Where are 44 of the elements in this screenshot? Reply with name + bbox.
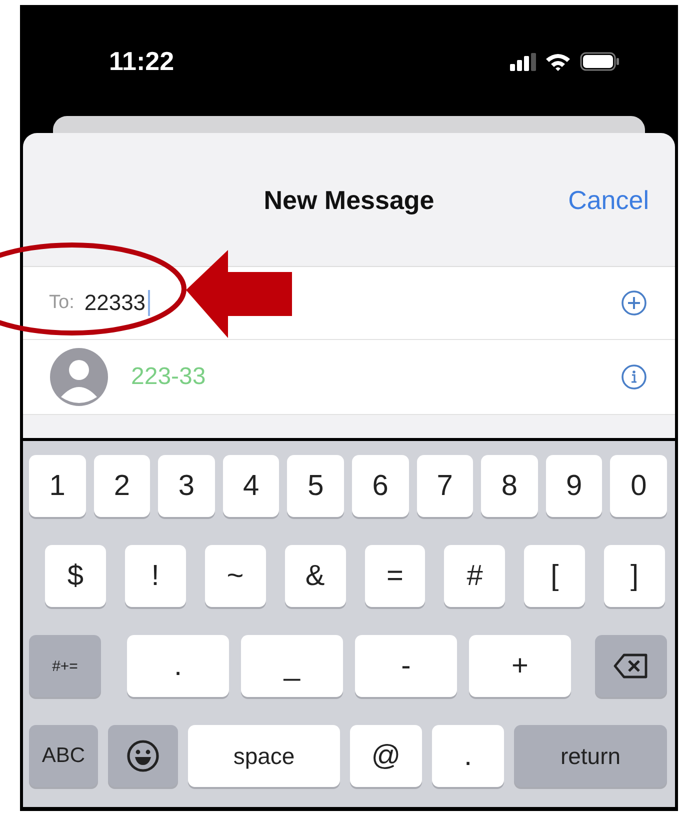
time-text: 11:22: [109, 46, 174, 77]
key[interactable]: _: [241, 635, 343, 697]
battery-icon: [580, 52, 620, 71]
emoji-key[interactable]: [108, 725, 178, 787]
wifi-icon: [545, 52, 571, 71]
key[interactable]: -: [355, 635, 457, 697]
key[interactable]: 4: [222, 455, 280, 517]
signal-icon: [510, 52, 536, 70]
key[interactable]: ~: [204, 545, 266, 607]
key[interactable]: 3: [158, 455, 215, 517]
sheet-title: New Message: [264, 185, 434, 216]
key[interactable]: &: [284, 545, 346, 607]
key[interactable]: 7: [416, 455, 474, 517]
key[interactable]: 9: [546, 455, 602, 517]
backspace-icon: [613, 653, 649, 679]
key[interactable]: ]: [604, 545, 665, 607]
key[interactable]: 8: [481, 455, 538, 517]
key[interactable]: #: [444, 545, 506, 607]
smiley-icon: [126, 739, 160, 773]
delete-key[interactable]: [595, 635, 667, 697]
mode-key[interactable]: ABC: [29, 725, 98, 787]
suggested-number: 223-33: [131, 363, 206, 391]
key[interactable]: $: [45, 545, 106, 607]
key[interactable]: 0: [610, 455, 667, 517]
key[interactable]: [: [524, 545, 586, 607]
return-key[interactable]: return: [514, 725, 667, 787]
mode-key[interactable]: #+=: [29, 635, 101, 697]
key[interactable]: !: [124, 545, 186, 607]
key[interactable]: 1: [29, 455, 86, 517]
key[interactable]: +: [469, 635, 571, 697]
key[interactable]: .: [432, 725, 504, 787]
key[interactable]: 5: [287, 455, 344, 517]
info-icon[interactable]: [621, 364, 647, 390]
key[interactable]: 2: [94, 455, 150, 517]
key[interactable]: @: [350, 725, 422, 787]
add-contact-icon[interactable]: [621, 290, 647, 316]
space-key[interactable]: space: [188, 725, 340, 787]
to-label: To:: [49, 292, 74, 314]
cancel-button[interactable]: Cancel: [568, 185, 649, 216]
key[interactable]: =: [364, 545, 426, 607]
key[interactable]: 6: [352, 455, 409, 517]
key[interactable]: .: [127, 635, 229, 697]
avatar-icon: [49, 347, 109, 407]
recipient-field[interactable]: 22333: [84, 290, 150, 316]
